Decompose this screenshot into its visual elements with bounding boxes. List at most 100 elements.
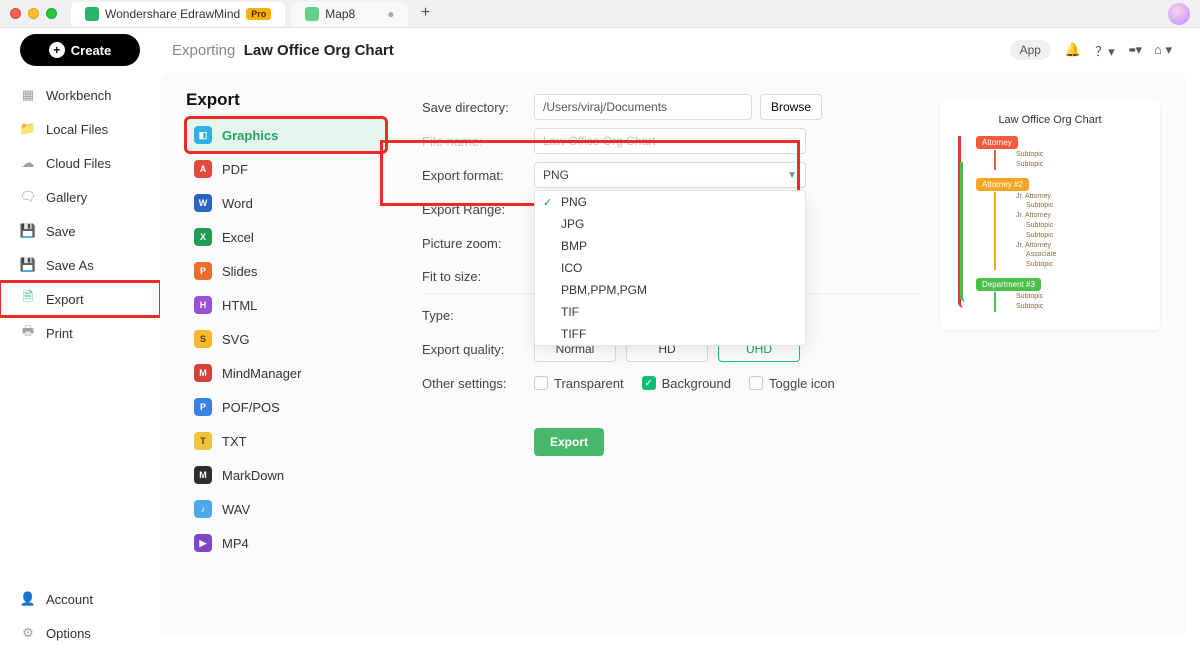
format-option[interactable]: PBM,PPM,PGM xyxy=(535,279,805,301)
transparent-label: Transparent xyxy=(554,376,624,391)
preview-subnode: Jr. Attorney xyxy=(1016,192,1148,202)
preview-panel: Law Office Org Chart Attorney Subtopic S… xyxy=(940,100,1160,330)
sidebar-label: Local Files xyxy=(46,122,108,137)
export-icon: 🗎 xyxy=(20,291,36,307)
new-tab-button[interactable]: + xyxy=(414,2,436,24)
folder-icon: 📁 xyxy=(20,121,36,137)
toggle-icon-checkbox[interactable]: Toggle icon xyxy=(749,376,835,391)
background-checkbox[interactable]: ✓Background xyxy=(642,376,731,391)
format-option[interactable]: TIF xyxy=(535,301,805,323)
chevron-down-icon: ▼ xyxy=(787,170,797,181)
avatar[interactable] xyxy=(1168,3,1190,25)
checkbox-icon xyxy=(749,376,763,390)
sidebar-item-options[interactable]: ⚙ Options xyxy=(0,616,160,650)
tab-bar: Wondershare EdrawMind Pro Map8 ● + xyxy=(71,2,436,26)
format-option[interactable]: BMP xyxy=(535,235,805,257)
format-item-pofpos[interactable]: PPOF/POS xyxy=(186,390,386,424)
gear-icon: ⚙ xyxy=(20,625,36,641)
crumb-title: Law Office Org Chart xyxy=(244,42,394,59)
sidebar-item-print[interactable]: 🖶Print xyxy=(0,316,160,350)
format-item-graphics[interactable]: ◧Graphics xyxy=(186,118,386,152)
create-button[interactable]: + Create xyxy=(20,34,140,66)
preview-node: Attorney #2 xyxy=(976,178,1029,191)
format-item-slides[interactable]: PSlides xyxy=(186,254,386,288)
format-item-txt[interactable]: TTXT xyxy=(186,424,386,458)
window-minimize-icon[interactable] xyxy=(28,8,39,19)
window-close-icon[interactable] xyxy=(10,8,21,19)
help-icon[interactable]: ？▾ xyxy=(1095,41,1115,60)
preview-subnode: Associate xyxy=(1026,250,1148,260)
format-label: WAV xyxy=(222,502,250,517)
format-label: Word xyxy=(222,196,253,211)
format-item-mp4[interactable]: ▶MP4 xyxy=(186,526,386,560)
window-controls xyxy=(10,8,57,19)
doc-icon xyxy=(305,7,319,21)
format-item-pdf[interactable]: APDF xyxy=(186,152,386,186)
transparent-checkbox[interactable]: Transparent xyxy=(534,376,624,391)
sidebar-item-gallery[interactable]: 🗨Gallery xyxy=(0,180,160,214)
save-dir-input[interactable]: /Users/viraj/Documents xyxy=(534,94,752,120)
window-maximize-icon[interactable] xyxy=(46,8,57,19)
pdf-icon: A xyxy=(194,160,212,178)
format-label: POF/POS xyxy=(222,400,280,415)
tab-doc-label: Map8 xyxy=(325,7,355,21)
format-label: MindManager xyxy=(222,366,302,381)
export-button[interactable]: Export xyxy=(534,428,604,456)
export-quality-label: Export quality: xyxy=(422,342,534,357)
sidebar-item-workbench[interactable]: ▦Workbench xyxy=(0,78,160,112)
format-item-excel[interactable]: XExcel xyxy=(186,220,386,254)
picture-zoom-label: Picture zoom: xyxy=(422,236,534,251)
format-item-word[interactable]: W Word xyxy=(186,186,386,220)
save-dir-value: /Users/viraj/Documents xyxy=(543,100,667,114)
format-label: MarkDown xyxy=(222,468,284,483)
gallery-icon: 🗨 xyxy=(20,189,36,205)
pro-badge: Pro xyxy=(246,8,271,20)
format-item-markdown[interactable]: M MarkDown xyxy=(186,458,386,492)
tab-document[interactable]: Map8 ● xyxy=(291,2,408,26)
format-label: Excel xyxy=(222,230,254,245)
format-item-mindmanager[interactable]: MMindManager xyxy=(186,356,386,390)
preview-subnode: Subtopic xyxy=(1026,201,1148,211)
checkbox-icon: ✓ xyxy=(642,376,656,390)
sidebar-label: Save As xyxy=(46,258,94,273)
format-option[interactable]: TIFF xyxy=(535,323,805,345)
word-icon: W xyxy=(194,194,212,212)
txt-icon: T xyxy=(194,432,212,450)
file-name-input[interactable]: Law Office Org Chart xyxy=(534,128,806,154)
sidebar-label: Options xyxy=(46,626,91,641)
sidebar: ▦Workbench 📁 Local Files ☁Cloud Files 🗨Ga… xyxy=(0,72,160,650)
titlebar: Wondershare EdrawMind Pro Map8 ● + xyxy=(0,0,1200,28)
format-option[interactable]: PNG xyxy=(535,191,805,213)
cloud-icon: ☁ xyxy=(20,155,36,171)
sidebar-item-save[interactable]: 💾Save xyxy=(0,214,160,248)
format-label: MP4 xyxy=(222,536,249,551)
markdown-icon: M xyxy=(194,466,212,484)
home-icon[interactable]: ⌂ ▾ xyxy=(1154,42,1172,58)
slides-icon: P xyxy=(194,262,212,280)
format-option[interactable]: JPG xyxy=(535,213,805,235)
crumb-prefix: Exporting xyxy=(172,42,235,59)
toggle-icon-label: Toggle icon xyxy=(769,376,835,391)
format-option[interactable]: ICO xyxy=(535,257,805,279)
tab-app[interactable]: Wondershare EdrawMind Pro xyxy=(71,2,285,26)
export-form: Save directory: /Users/viraj/Documents B… xyxy=(386,90,940,618)
sidebar-item-localfiles[interactable]: 📁 Local Files xyxy=(0,112,160,146)
sidebar-item-export[interactable]: 🗎Export xyxy=(0,282,160,316)
format-item-html[interactable]: HHTML xyxy=(186,288,386,322)
checkbox-icon xyxy=(534,376,548,390)
sidebar-item-saveas[interactable]: 💾Save As xyxy=(0,248,160,282)
preview-subnode: Subtopic xyxy=(1026,221,1148,231)
format-item-svg[interactable]: SSVG xyxy=(186,322,386,356)
browse-button[interactable]: Browse xyxy=(760,94,822,120)
sidebar-item-account[interactable]: 👤Account xyxy=(0,582,160,616)
sidebar-label: Print xyxy=(46,326,73,341)
export-format-select[interactable]: PNG ▼ PNG JPG BMP ICO PBM,PPM,PGM TIF TI… xyxy=(534,162,806,188)
bell-icon[interactable]: 🔔 xyxy=(1065,42,1081,58)
other-settings-label: Other settings: xyxy=(422,376,534,391)
format-item-wav[interactable]: ♪WAV xyxy=(186,492,386,526)
sidebar-item-cloudfiles[interactable]: ☁Cloud Files xyxy=(0,146,160,180)
grid-icon[interactable]: ▪▪ ▾ xyxy=(1129,42,1140,58)
save-icon: 💾 xyxy=(20,223,36,239)
export-format-value: PNG xyxy=(543,168,569,182)
app-chip[interactable]: App xyxy=(1010,40,1051,60)
